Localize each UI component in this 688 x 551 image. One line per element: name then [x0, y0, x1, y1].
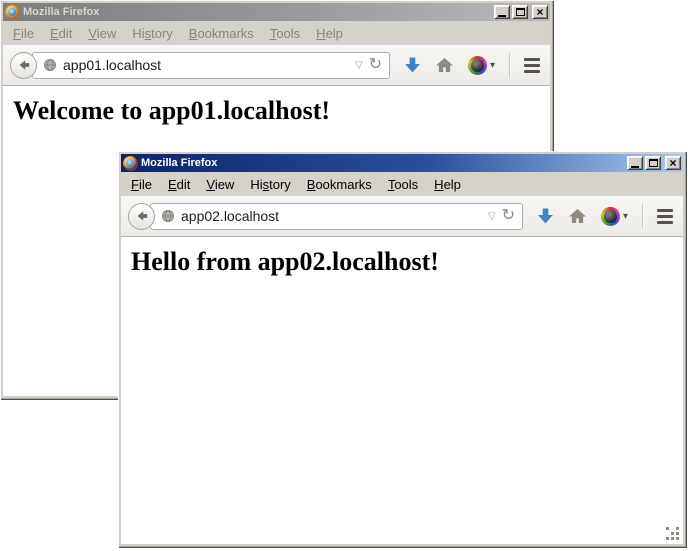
menu-file[interactable]: File	[5, 24, 42, 43]
menu-edit[interactable]: Edit	[160, 175, 198, 194]
color-wheel-button[interactable]: ▾	[468, 56, 495, 75]
menu-button[interactable]	[524, 58, 540, 73]
page-heading: Hello from app02.localhost!	[131, 247, 683, 277]
nav-toolbar: app02.localhost ▽ ↻ ▾	[121, 196, 683, 237]
minimize-button[interactable]	[627, 156, 643, 170]
nav-toolbar: app01.localhost ▽ ↻ ▾	[3, 45, 550, 86]
window-title: Mozilla Firefox	[141, 157, 624, 169]
minimize-icon	[498, 15, 506, 17]
menu-file[interactable]: File	[123, 175, 160, 194]
maximize-icon	[649, 159, 658, 167]
menu-bar: File Edit View History Bookmarks Tools H…	[121, 172, 683, 196]
menu-tools[interactable]: Tools	[380, 175, 426, 194]
resize-grip[interactable]	[666, 527, 680, 541]
page-content: Hello from app02.localhost!	[121, 237, 683, 544]
minimize-icon	[631, 166, 639, 168]
close-button[interactable]: ×	[532, 5, 548, 19]
titlebar[interactable]: Mozilla Firefox ×	[3, 3, 550, 21]
browser-window-app02: Mozilla Firefox × File Edit View History…	[118, 151, 686, 547]
home-button[interactable]	[568, 208, 587, 224]
color-wheel-icon	[468, 56, 487, 75]
back-arrow-icon	[16, 57, 32, 73]
reload-icon[interactable]: ↻	[369, 57, 382, 73]
home-button[interactable]	[435, 57, 454, 73]
dropdown-caret-icon: ▾	[623, 211, 628, 222]
menu-view[interactable]: View	[80, 24, 124, 43]
globe-icon	[43, 58, 57, 72]
url-text[interactable]: app01.localhost	[63, 57, 349, 73]
toolbar-separator	[642, 204, 643, 228]
menu-history[interactable]: History	[124, 24, 180, 43]
menu-bookmarks[interactable]: Bookmarks	[299, 175, 380, 194]
hamburger-icon	[657, 209, 673, 224]
window-title: Mozilla Firefox	[23, 6, 491, 18]
page-heading: Welcome to app01.localhost!	[13, 96, 550, 126]
menu-button[interactable]	[657, 209, 673, 224]
dropdown-caret-icon: ▾	[490, 60, 495, 71]
maximize-button[interactable]	[512, 5, 528, 19]
titlebar[interactable]: Mozilla Firefox ×	[121, 154, 683, 172]
back-button[interactable]	[10, 52, 37, 79]
hamburger-icon	[524, 58, 540, 73]
home-icon	[435, 57, 454, 73]
downloads-button[interactable]	[537, 207, 554, 225]
menu-view[interactable]: View	[198, 175, 242, 194]
minimize-button[interactable]	[494, 5, 510, 19]
menu-edit[interactable]: Edit	[42, 24, 80, 43]
url-text[interactable]: app02.localhost	[181, 208, 482, 224]
menu-tools[interactable]: Tools	[262, 24, 308, 43]
download-arrow-icon	[537, 207, 554, 225]
menu-bar: File Edit View History Bookmarks Tools H…	[3, 21, 550, 45]
url-dropdown-icon[interactable]: ▽	[355, 60, 363, 71]
url-bar[interactable]: app02.localhost ▽ ↻	[150, 203, 523, 230]
menu-history[interactable]: History	[242, 175, 298, 194]
url-bar[interactable]: app01.localhost ▽ ↻	[32, 52, 390, 79]
download-arrow-icon	[404, 56, 421, 74]
downloads-button[interactable]	[404, 56, 421, 74]
menu-help[interactable]: Help	[426, 175, 469, 194]
firefox-icon	[5, 5, 20, 20]
home-icon	[568, 208, 587, 224]
close-button[interactable]: ×	[665, 156, 681, 170]
toolbar-separator	[509, 53, 510, 77]
firefox-icon	[123, 156, 138, 171]
globe-icon	[161, 209, 175, 223]
maximize-icon	[516, 8, 525, 16]
back-button[interactable]	[128, 203, 155, 230]
menu-bookmarks[interactable]: Bookmarks	[181, 24, 262, 43]
url-dropdown-icon[interactable]: ▽	[488, 211, 496, 222]
menu-help[interactable]: Help	[308, 24, 351, 43]
back-arrow-icon	[134, 208, 150, 224]
color-wheel-icon	[601, 207, 620, 226]
color-wheel-button[interactable]: ▾	[601, 207, 628, 226]
maximize-button[interactable]	[645, 156, 661, 170]
reload-icon[interactable]: ↻	[502, 208, 515, 224]
close-icon: ×	[536, 8, 543, 17]
close-icon: ×	[669, 159, 676, 168]
